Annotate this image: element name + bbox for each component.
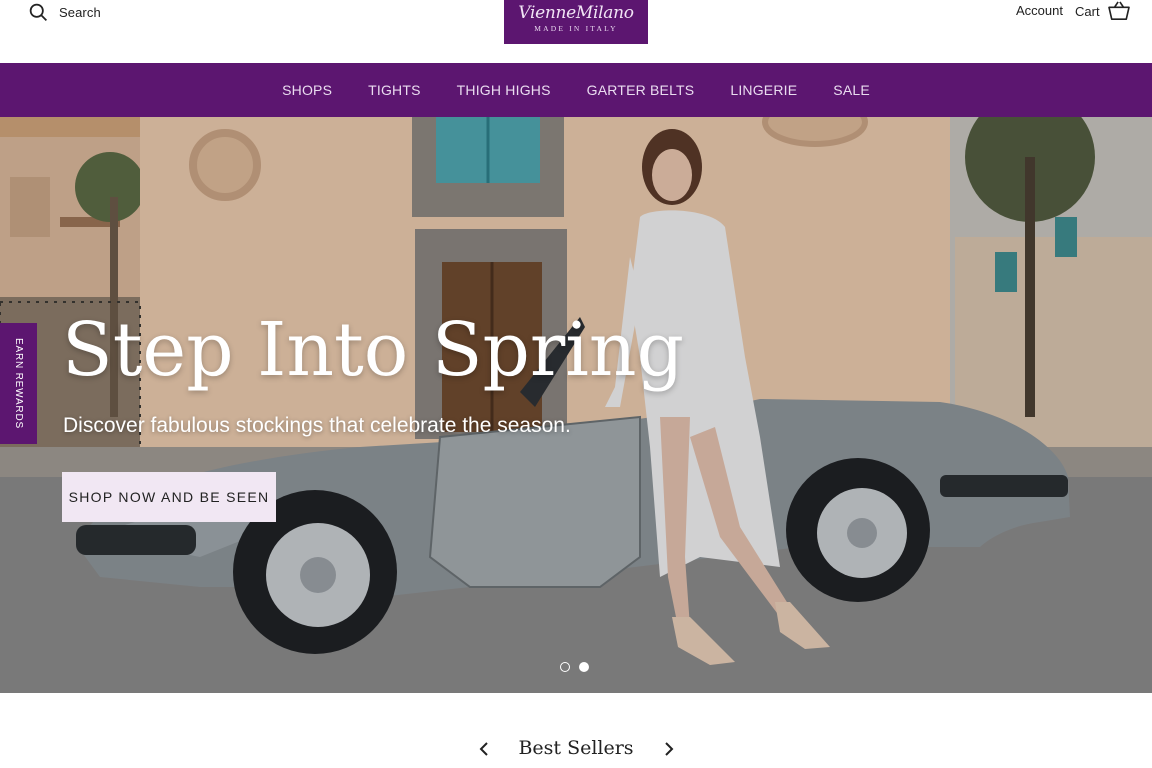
search-icon [29, 3, 47, 21]
nav-item-lingerie[interactable]: LINGERIE [730, 82, 797, 98]
hero-image [0, 117, 1152, 693]
nav-item-sale[interactable]: SALE [833, 82, 870, 98]
cart-button[interactable]: Cart [1075, 1, 1130, 21]
best-sellers-next-button[interactable] [660, 741, 676, 757]
hero-title: Step Into Spring [62, 307, 684, 393]
slide-dot-2[interactable] [579, 662, 589, 672]
nav-item-garter-belts[interactable]: GARTER BELTS [587, 82, 695, 98]
shop-now-button[interactable]: SHOP NOW AND BE SEEN [62, 472, 276, 522]
chevron-right-icon [665, 742, 674, 756]
logo-brand: VienneMilano [518, 3, 634, 23]
account-link[interactable]: Account [1016, 3, 1063, 18]
search-label: Search [59, 5, 101, 20]
hero-banner: Step Into Spring Discover fabulous stock… [0, 117, 1152, 693]
earn-rewards-tab[interactable]: EARN REWARDS [0, 323, 37, 444]
slide-dot-1[interactable] [560, 662, 570, 672]
slide-indicator [560, 662, 589, 672]
logo-tagline: MADE IN ITALY [534, 24, 618, 33]
search-button[interactable]: Search [28, 2, 101, 23]
site-header: Search VienneMilano MADE IN ITALY Accoun… [0, 0, 1152, 63]
nav-item-shops[interactable]: SHOPS [282, 82, 332, 98]
site-logo[interactable]: VienneMilano MADE IN ITALY [504, 0, 648, 44]
earn-rewards-label: EARN REWARDS [13, 338, 24, 429]
best-sellers-title: Best Sellers [518, 737, 634, 759]
best-sellers-section: Best Sellers [0, 693, 1152, 768]
main-nav: SHOPS TIGHTS THIGH HIGHS GARTER BELTS LI… [0, 63, 1152, 117]
nav-item-thigh-highs[interactable]: THIGH HIGHS [457, 82, 551, 98]
cart-label: Cart [1075, 3, 1100, 19]
hero-subtitle: Discover fabulous stockings that celebra… [63, 414, 571, 437]
cart-icon [1107, 1, 1130, 20]
nav-item-tights[interactable]: TIGHTS [368, 82, 421, 98]
